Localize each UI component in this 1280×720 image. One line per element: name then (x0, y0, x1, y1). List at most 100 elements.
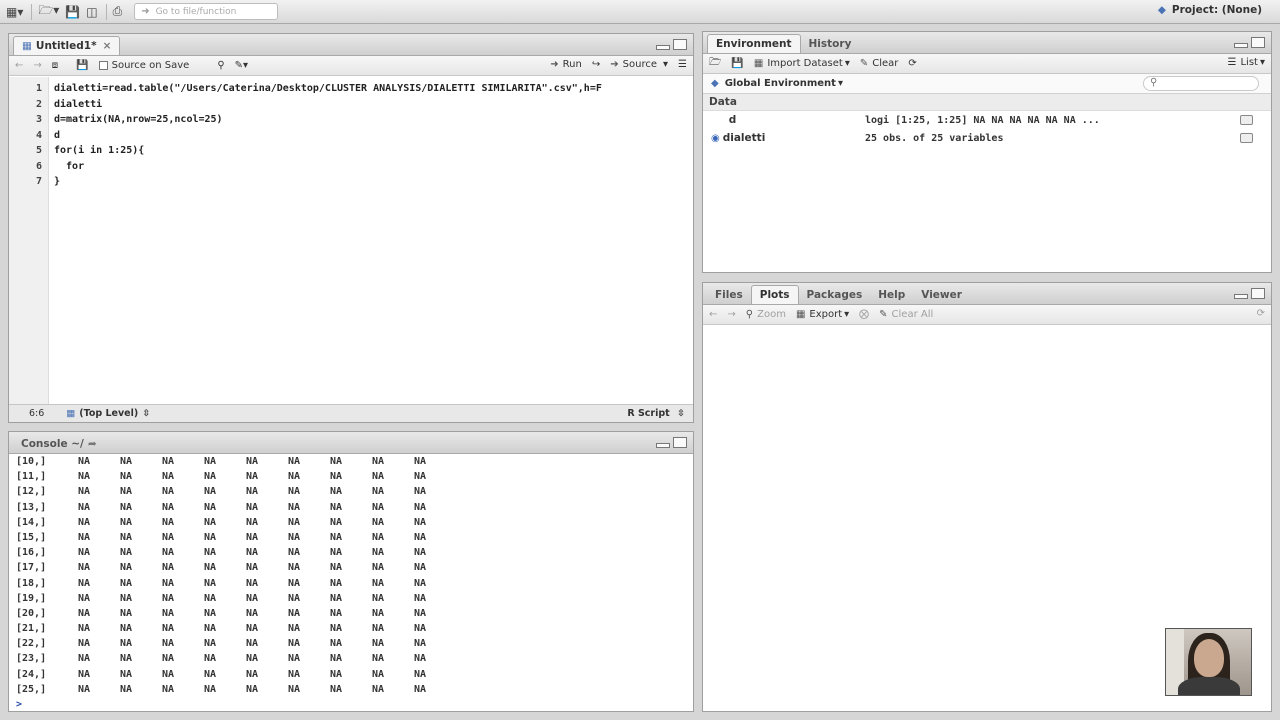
variable-name: ○ d (703, 114, 865, 126)
export-button[interactable]: ▦ Export ▾ (796, 309, 849, 320)
row-label: [14,] (16, 516, 47, 528)
search-icon[interactable]: ⚲ (217, 60, 224, 71)
tab-viewer[interactable]: Viewer (913, 285, 970, 304)
maximize-icon[interactable] (1251, 288, 1265, 299)
cell-value: NA (414, 486, 427, 498)
print-icon[interactable]: ⎙ (113, 3, 123, 21)
project-menu[interactable]: ◆ Project: (None) (1158, 4, 1262, 16)
environment-scope-selector[interactable]: ◆ Global Environment ▾ ⚲ (703, 74, 1271, 94)
save-all-icon[interactable]: ◫ (86, 3, 97, 21)
source-on-save-checkbox[interactable]: Source on Save (98, 60, 189, 71)
goto-dir-icon[interactable]: ➦ (88, 438, 97, 450)
save-workspace-icon[interactable]: 💾 (731, 58, 743, 69)
load-workspace-icon[interactable]: 🗁 (709, 55, 721, 72)
line-number: 3 (35, 114, 42, 125)
cell-value: NA (330, 607, 343, 619)
code-line: dialetti=read.table("/Users/Caterina/Des… (54, 83, 602, 94)
clear-all-button[interactable]: ✎ Clear All (879, 309, 933, 320)
maximize-icon[interactable] (673, 437, 687, 448)
view-mode-selector[interactable]: ☰ List ▾ (1228, 57, 1265, 68)
minimize-icon[interactable] (656, 443, 670, 448)
minimize-icon[interactable] (1234, 294, 1248, 299)
line-number: 6 (35, 160, 42, 172)
variable-name-text: dialetti (722, 132, 766, 144)
code-editor[interactable]: 1 2 3 4 5 6 7 dialetti=read.table("/Users/Cate… (9, 77, 693, 404)
run-button[interactable]: ➜ Run (550, 59, 582, 70)
row-label: [12,] (16, 486, 47, 498)
back-arrow-icon[interactable]: ← (709, 309, 717, 320)
view-table-icon[interactable] (1240, 133, 1253, 143)
cell-value: NA (204, 471, 217, 483)
cell-value: NA (372, 471, 385, 483)
maximize-icon[interactable] (673, 39, 687, 50)
tab-history[interactable]: History (801, 34, 860, 53)
cell-value: NA (204, 653, 217, 665)
console-row: [10,] NA NA NA NA NA NA NA NA NA (16, 454, 693, 469)
code-line: for (54, 160, 85, 172)
remove-plot-icon[interactable]: ⨂ (859, 309, 869, 320)
cell-value: NA (120, 592, 133, 604)
cell-value: NA (414, 638, 427, 650)
zoom-button[interactable]: ⚲ Zoom (746, 309, 786, 320)
cell-value: NA (162, 456, 175, 467)
export-icon: ▦ (795, 309, 806, 320)
tab-environment[interactable]: Environment (707, 34, 801, 53)
rerun-icon[interactable]: ↪ (592, 59, 600, 70)
env-row-dialetti[interactable]: ◉ dialetti 25 obs. of 25 variables (703, 129, 1271, 147)
clear-env-button[interactable]: ✎ Clear (860, 58, 899, 69)
cell-value: NA (162, 547, 175, 559)
env-row-d[interactable]: ○ d logi [1:25, 1:25] NA NA NA NA NA NA … (703, 111, 1271, 129)
cell-value: NA (372, 501, 385, 513)
cell-value: NA (414, 516, 427, 528)
outline-icon[interactable]: ☰ (678, 59, 687, 70)
goto-file-input[interactable]: ➜ Go to file/function (134, 3, 279, 20)
cell-value: NA (120, 638, 133, 650)
source-toolbar-right: ➜ Run ↪ ➔ Source ▾ ☰ (550, 59, 687, 70)
code-area[interactable]: dialetti=read.table("/Users/Caterina/Des… (49, 77, 693, 404)
console-output[interactable]: [10,] NA NA NA NA NA NA NA NA NA [11,] NA NA NA NA NA NA… (9, 454, 693, 711)
cell-value: NA (288, 471, 301, 483)
tab-packages[interactable]: Packages (799, 285, 871, 304)
save-icon[interactable]: 💾 (65, 3, 80, 21)
cell-value: NA (330, 638, 343, 650)
refresh-plot-icon[interactable]: ⟳ (1257, 308, 1265, 319)
source-button[interactable]: ➔ Source ▾ (610, 59, 668, 70)
view-table-icon[interactable] (1240, 115, 1253, 125)
save-file-icon[interactable]: 💾 (76, 60, 88, 71)
view-mode-label: List (1240, 57, 1258, 68)
cell-value: NA (246, 516, 259, 528)
chevron-icon: ⇳ (677, 408, 685, 419)
maximize-icon[interactable] (1251, 37, 1265, 48)
environment-search-input[interactable]: ⚲ (1143, 76, 1259, 91)
row-label: [25,] (16, 683, 47, 695)
forward-icon[interactable]: → (33, 60, 41, 71)
code-tools-icon[interactable]: ✎▾ (235, 60, 248, 71)
scope-selector[interactable]: ▦ (Top Level) ⇳ (66, 408, 150, 419)
expand-icon[interactable]: ◉ (711, 133, 720, 144)
console-prompt[interactable]: > (16, 697, 693, 711)
chevron-down-icon: ▾ (663, 59, 669, 70)
environment-pane: Environment History 🗁 💾 ▦ Import Dataset… (702, 31, 1272, 273)
open-project-icon[interactable]: 🗁▾ (38, 3, 59, 21)
import-dataset-button[interactable]: ▦ Import Dataset ▾ (754, 58, 850, 69)
tab-console[interactable]: Console ~/ ➦ (13, 434, 105, 453)
console-row: [14,] NA NA NA NA NA NA NA NA NA (16, 515, 693, 530)
tab-untitled1[interactable]: ▦ Untitled1* × (13, 36, 121, 55)
cell-value: NA (204, 592, 217, 604)
plots-tabbar: Files Plots Packages Help Viewer (703, 283, 1271, 305)
tab-files[interactable]: Files (707, 285, 751, 304)
new-file-icon[interactable]: ▦▾ (6, 3, 23, 21)
environment-toolbar: 🗁 💾 ▦ Import Dataset ▾ ✎ Clear ⟳ ☰ List … (703, 54, 1271, 74)
forward-arrow-icon[interactable]: → (727, 309, 735, 320)
cell-value: NA (330, 577, 343, 589)
refresh-icon[interactable]: ⟳ (908, 58, 916, 69)
tab-plots[interactable]: Plots (750, 285, 799, 304)
show-in-window-icon[interactable]: ⧈ (52, 60, 58, 71)
cell-value: NA (288, 668, 301, 680)
back-icon[interactable]: ← (15, 60, 23, 71)
minimize-icon[interactable] (1234, 43, 1248, 48)
language-selector[interactable]: R Script ⇳ (627, 408, 685, 419)
close-tab-icon[interactable]: × (103, 40, 112, 52)
tab-help[interactable]: Help (870, 285, 913, 304)
minimize-icon[interactable] (656, 45, 670, 50)
